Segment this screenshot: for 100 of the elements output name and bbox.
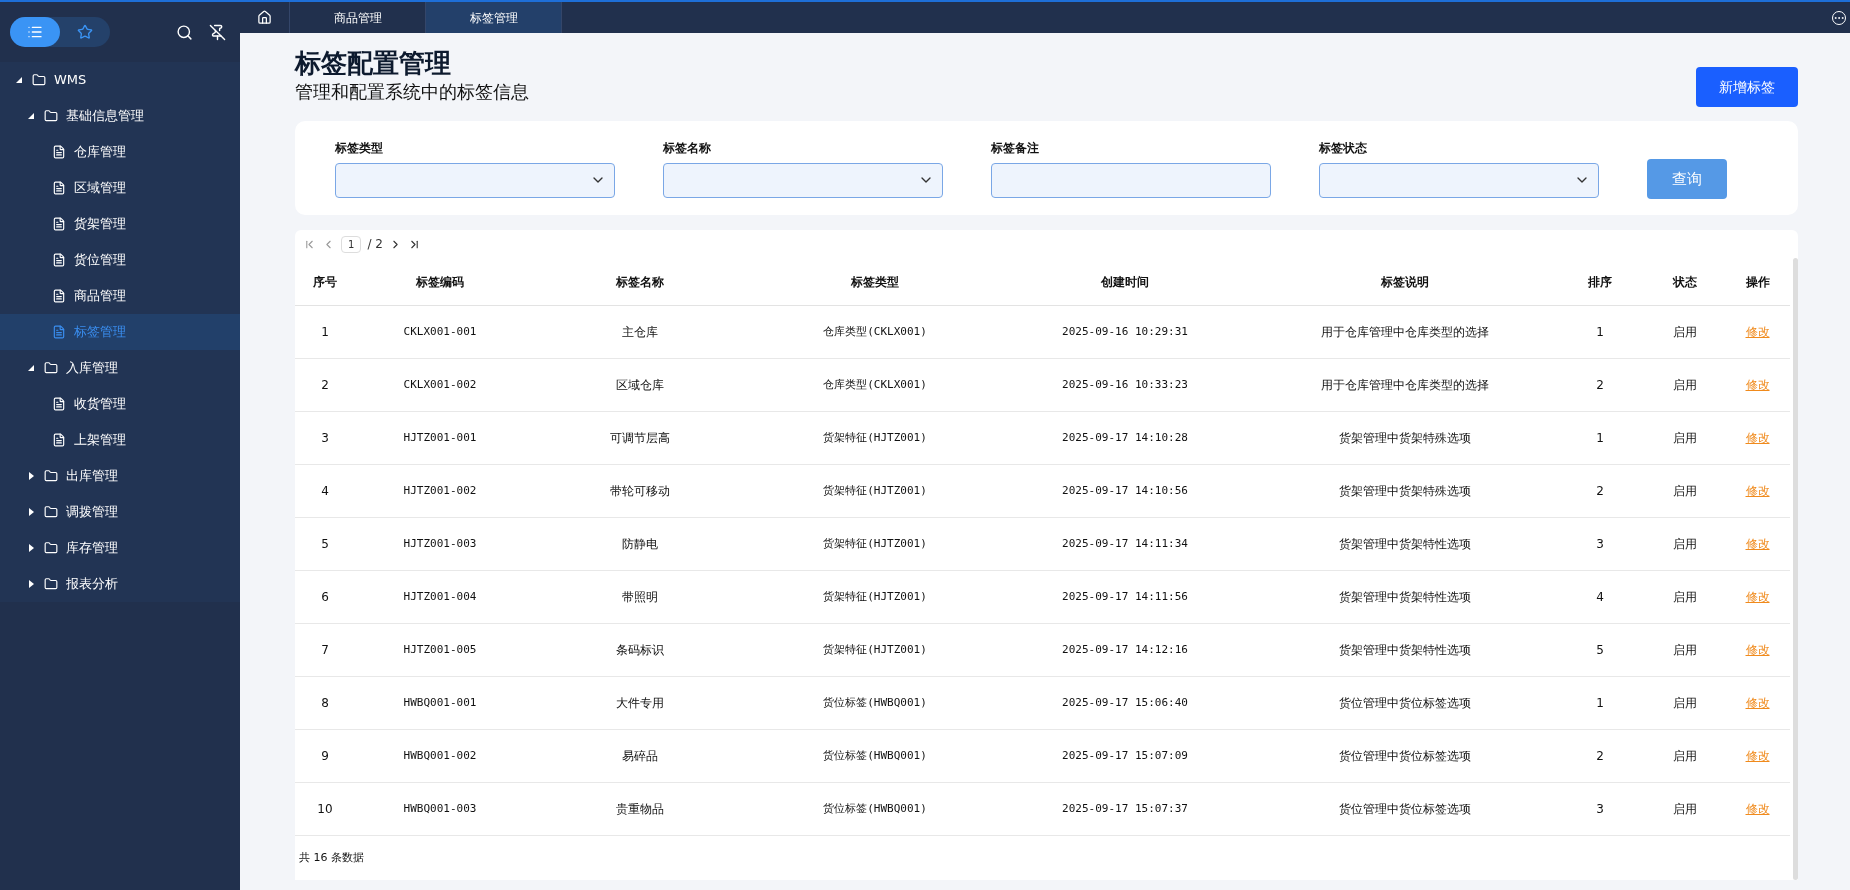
tree-item[interactable]: 报表分析 xyxy=(0,566,240,602)
table-cell-text: CKLX001-002 xyxy=(402,376,478,393)
table-cell-text: 用于仓库管理中仓库类型的选择 xyxy=(1320,377,1490,394)
page-number-field[interactable]: 1 xyxy=(341,235,362,253)
add-tag-button[interactable]: 新增标签 xyxy=(1696,67,1798,107)
table-cell-text: HWBQ001-002 xyxy=(402,747,478,764)
expanded-caret-icon[interactable] xyxy=(28,364,36,372)
table-cell-text: 带照明 xyxy=(621,589,659,606)
tree-item[interactable]: 商品管理 xyxy=(0,278,240,314)
table-cell-text: 易碎品 xyxy=(621,748,659,765)
document-icon xyxy=(52,433,66,447)
table-cell-text: 1 xyxy=(1595,430,1605,447)
folder-icon xyxy=(44,109,58,123)
table-cell-text: 货架特征(HJTZ001) xyxy=(822,588,928,605)
table-cell-text: HJTZ001-004 xyxy=(402,588,478,605)
folder-icon xyxy=(44,361,58,375)
tree-item[interactable]: 货位管理 xyxy=(0,242,240,278)
tree-item[interactable]: WMS xyxy=(0,62,240,98)
document-icon xyxy=(52,289,66,303)
table-cell-text: 启用 xyxy=(1672,642,1698,659)
tree-item[interactable]: 货架管理 xyxy=(0,206,240,242)
table-cell-text: 用于仓库管理中仓库类型的选择 xyxy=(1320,324,1490,341)
table-cell-text: 2025-09-17 14:10:28 xyxy=(1061,429,1189,446)
table-cell-text: 启用 xyxy=(1672,430,1698,447)
table-cell-text: 7 xyxy=(320,642,330,659)
table-cell-text: HWBQ001-001 xyxy=(402,694,478,711)
list-view-button[interactable] xyxy=(10,17,60,47)
table-cell-text: 2025-09-17 14:11:34 xyxy=(1061,535,1189,552)
dropdown-field[interactable] xyxy=(1319,162,1599,198)
document-icon xyxy=(52,217,66,231)
table-cell-text: HJTZ001-002 xyxy=(402,482,478,499)
column-header: 状态 xyxy=(1671,273,1698,291)
input-field[interactable] xyxy=(991,162,1271,198)
table-cell-text: 主仓库 xyxy=(621,324,659,341)
table-cell-text: 2025-09-17 15:06:40 xyxy=(1061,694,1189,711)
document-icon xyxy=(52,145,66,159)
table-cell-text: 防静电 xyxy=(621,536,659,553)
record-count: 共 16 条数据 xyxy=(298,850,365,866)
table-cell-text: 2025-09-17 15:07:37 xyxy=(1061,800,1189,817)
page-tab[interactable]: 标签管理 xyxy=(426,2,562,33)
tree-item[interactable]: 出库管理 xyxy=(0,458,240,494)
collapsed-caret-icon[interactable] xyxy=(28,472,36,480)
table-cell-text: 2025-09-16 10:29:31 xyxy=(1061,323,1189,340)
table-cell-text: 启用 xyxy=(1672,483,1698,500)
tree-label: WMS xyxy=(54,71,87,90)
tree-label: 收货管理 xyxy=(74,395,126,414)
tree-item[interactable]: 库存管理 xyxy=(0,530,240,566)
page-count: / 2 xyxy=(367,236,383,253)
table-cell-text: 货位标签(HWBQ001) xyxy=(822,694,928,711)
tree-label: 区域管理 xyxy=(74,179,126,198)
table-cell-text: 2 xyxy=(320,377,330,394)
tree-item[interactable]: 入库管理 xyxy=(0,350,240,386)
tree-item[interactable]: 上架管理 xyxy=(0,422,240,458)
tree-label: 标签管理 xyxy=(74,323,126,342)
table-cell-text: 2025-09-17 14:10:56 xyxy=(1061,482,1189,499)
tree-label: 货架管理 xyxy=(74,215,126,234)
table-cell-text: 货位标签(HWBQ001) xyxy=(822,747,928,764)
table-cell-text: 货位标签(HWBQ001) xyxy=(822,800,928,817)
table-cell-text: 启用 xyxy=(1672,748,1698,765)
dropdown-field[interactable] xyxy=(663,162,943,198)
filter-label: 标签备注 xyxy=(991,139,1040,157)
table-cell-text: 货架管理中货架特殊选项 xyxy=(1338,483,1472,500)
collapsed-caret-icon[interactable] xyxy=(28,544,36,552)
table-cell-text: 货架管理中货架特性选项 xyxy=(1338,642,1472,659)
table-cell-text: 2025-09-16 10:33:23 xyxy=(1061,376,1189,393)
tree-item[interactable]: 区域管理 xyxy=(0,170,240,206)
tree-item[interactable]: 仓库管理 xyxy=(0,134,240,170)
table-cell-text: 1 xyxy=(1595,695,1605,712)
tree-item[interactable]: 收货管理 xyxy=(0,386,240,422)
table-cell-text: 货架特征(HJTZ001) xyxy=(822,641,928,658)
table-cell-text: 10 xyxy=(316,801,334,818)
column-header: 标签类型 xyxy=(850,273,900,291)
table-cell-text: CKLX001-001 xyxy=(402,323,478,340)
table-cell-text: 5 xyxy=(1595,642,1605,659)
table-cell-text: 货位管理中货位标签选项 xyxy=(1338,695,1472,712)
dropdown-field[interactable] xyxy=(335,162,615,198)
table-cell-text: 条码标识 xyxy=(615,642,665,659)
tree-label: 库存管理 xyxy=(66,539,118,558)
table-cell-text: 货位管理中货位标签选项 xyxy=(1338,748,1472,765)
tree-label: 基础信息管理 xyxy=(66,107,144,126)
collapsed-caret-icon[interactable] xyxy=(28,508,36,516)
folder-icon xyxy=(44,505,58,519)
tree-label: 报表分析 xyxy=(66,575,118,594)
table-cell-text: HJTZ001-001 xyxy=(402,429,478,446)
search-icon[interactable] xyxy=(176,23,193,41)
folder-icon xyxy=(44,469,58,483)
table-cell-text: 货架管理中货架特殊选项 xyxy=(1338,430,1472,447)
column-header: 排序 xyxy=(1587,273,1613,291)
list-icon xyxy=(27,24,43,40)
expanded-caret-icon[interactable] xyxy=(16,76,24,84)
table-cell-text: 启用 xyxy=(1672,801,1698,818)
tree-item[interactable]: 调拨管理 xyxy=(0,494,240,530)
collapsed-caret-icon[interactable] xyxy=(28,580,36,588)
tree-item[interactable]: 基础信息管理 xyxy=(0,98,240,134)
tree-label: 调拨管理 xyxy=(66,503,118,522)
unpin-icon[interactable] xyxy=(209,23,226,41)
table-cell-text: 9 xyxy=(320,748,330,765)
expanded-caret-icon[interactable] xyxy=(28,112,36,120)
table-cell-text: HJTZ001-003 xyxy=(402,535,478,552)
table-cell-text: 仓库类型(CKLX001) xyxy=(822,323,928,340)
